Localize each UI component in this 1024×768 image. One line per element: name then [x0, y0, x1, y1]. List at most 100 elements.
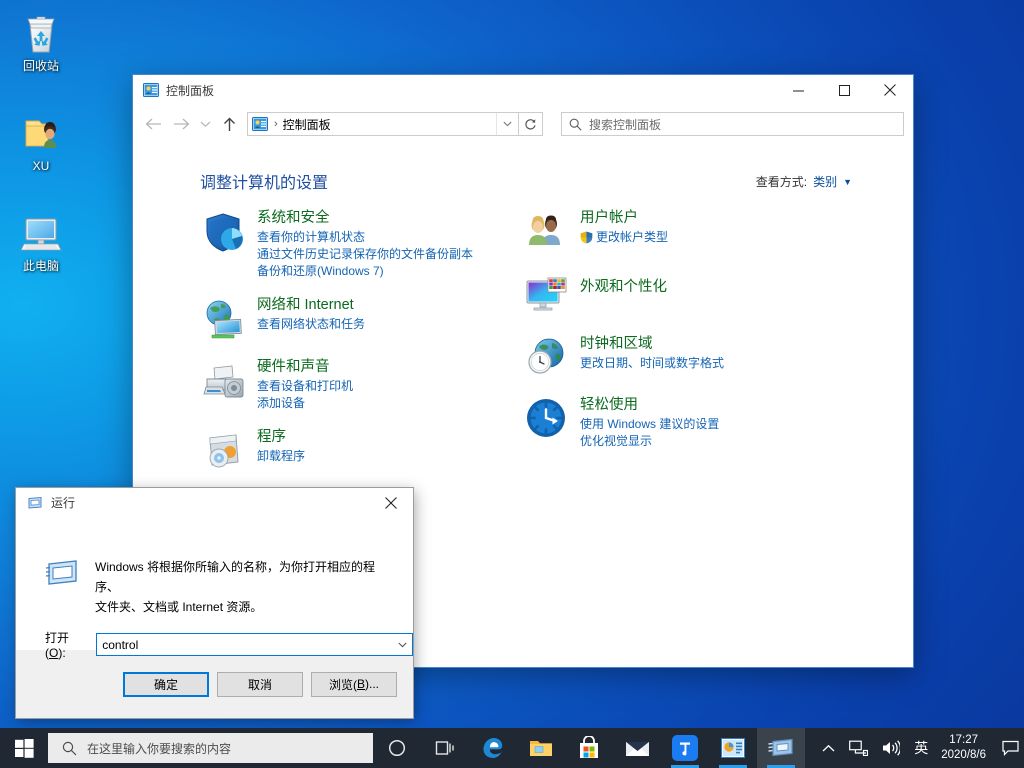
category-clock-and-region[interactable]: 时钟和区域 更改日期、时间或数字格式	[523, 333, 823, 379]
browse-button[interactable]: 浏览(B)...	[311, 672, 397, 697]
breadcrumb-control-panel[interactable]: 控制面板	[283, 116, 331, 133]
run-close-button[interactable]	[368, 488, 413, 517]
taskbar-search-box[interactable]: 在这里输入你要搜索的内容	[48, 733, 373, 763]
ok-button[interactable]: 确定	[123, 672, 209, 697]
category-link[interactable]: 添加设备	[257, 395, 353, 412]
back-button[interactable]	[139, 109, 167, 139]
category-link[interactable]: 通过文件历史记录保存你的文件备份副本	[257, 246, 473, 263]
clock-date: 2020/8/6	[941, 748, 986, 763]
category-title[interactable]: 时钟和区域	[580, 335, 724, 354]
volume-button[interactable]	[875, 728, 907, 768]
address-bar-dropdown-icon[interactable]	[496, 113, 518, 135]
category-title[interactable]: 用户帐户	[580, 209, 668, 228]
search-icon	[62, 741, 77, 756]
close-button[interactable]	[867, 75, 913, 105]
run-dialog-icon	[46, 559, 79, 592]
category-link[interactable]: 更改日期、时间或数字格式	[580, 355, 724, 372]
run-description-line-1: Windows 将根据你所输入的名称，为你打开相应的程序、	[95, 557, 395, 597]
category-title[interactable]: 轻松使用	[580, 396, 719, 415]
category-link[interactable]: 优化视觉显示	[580, 433, 719, 450]
cancel-button[interactable]: 取消	[217, 672, 303, 697]
view-by-value[interactable]: 类别	[813, 173, 837, 190]
ease-of-access-icon	[523, 395, 571, 450]
control-panel-navigation-bar: › 控制面板 搜索控制面板	[133, 105, 913, 143]
edge-button[interactable]	[469, 728, 517, 768]
category-title[interactable]: 程序	[257, 428, 305, 447]
category-link[interactable]: 查看设备和打印机	[257, 378, 353, 395]
desktop-icon-label: XU	[2, 159, 80, 173]
desktop-icon-recycle-bin[interactable]: 回收站	[2, 8, 80, 73]
category-link[interactable]: 卸载程序	[257, 448, 305, 465]
mail-button[interactable]	[613, 728, 661, 768]
control-panel-search-input[interactable]: 搜索控制面板	[561, 112, 904, 136]
dingtalk-button[interactable]	[661, 728, 709, 768]
show-hidden-icons-button[interactable]	[815, 728, 842, 768]
run-dialog[interactable]: 运行 Windows 将根据你所输入的名称，为你打开相应的程序、 文件夹、文档或…	[16, 488, 413, 718]
dingtalk-icon	[672, 735, 698, 761]
category-appearance-and-personalization[interactable]: 外观和个性化	[523, 271, 823, 317]
category-link[interactable]: 更改帐户类型	[580, 229, 668, 246]
control-panel-title: 控制面板	[166, 82, 214, 99]
mail-icon	[625, 739, 650, 758]
control-panel-icon	[143, 82, 159, 98]
browse-label-prefix: 浏览(	[329, 676, 357, 693]
microsoft-store-button[interactable]	[565, 728, 613, 768]
network-internet-icon	[200, 296, 248, 342]
run-window-button[interactable]	[757, 728, 805, 768]
breadcrumb-separator[interactable]: ›	[274, 118, 278, 130]
chevron-down-icon[interactable]: ▼	[843, 177, 852, 187]
category-user-accounts[interactable]: 用户帐户 更改帐户类型	[523, 209, 823, 255]
maximize-button[interactable]	[821, 75, 867, 105]
category-link[interactable]: 查看网络状态和任务	[257, 316, 365, 333]
run-dialog-titlebar[interactable]: 运行	[16, 488, 413, 517]
category-title[interactable]: 系统和安全	[257, 209, 473, 228]
category-column-left: 系统和安全 查看你的计算机状态 通过文件历史记录保存你的文件备份副本 备份和还原…	[200, 209, 500, 490]
circle-icon	[388, 739, 406, 757]
up-button[interactable]	[215, 109, 243, 139]
ime-indicator[interactable]: 英	[907, 728, 935, 768]
system-tray: 英 17:27 2020/8/6	[815, 728, 1024, 768]
forward-button[interactable]	[167, 109, 195, 139]
chevron-down-icon[interactable]	[392, 642, 412, 648]
hardware-sound-icon	[200, 358, 248, 412]
programs-icon	[200, 428, 248, 474]
category-hardware-and-sound[interactable]: 硬件和声音 查看设备和打印机 添加设备	[200, 358, 500, 412]
category-title[interactable]: 外观和个性化	[580, 278, 667, 297]
desktop-icon-user-folder[interactable]: XU	[2, 108, 80, 173]
category-link[interactable]: 备份和还原(Windows 7)	[257, 263, 473, 280]
control-panel-titlebar[interactable]: 控制面板	[133, 75, 913, 105]
taskbar-search-placeholder: 在这里输入你要搜索的内容	[87, 740, 231, 757]
address-bar[interactable]: › 控制面板	[247, 112, 519, 136]
category-link[interactable]: 使用 Windows 建议的设置	[580, 416, 719, 433]
desktop-icon-label: 此电脑	[2, 259, 80, 273]
category-system-and-security[interactable]: 系统和安全 查看你的计算机状态 通过文件历史记录保存你的文件备份副本 备份和还原…	[200, 209, 500, 280]
recent-locations-button[interactable]	[195, 109, 215, 139]
action-center-button[interactable]	[996, 728, 1024, 768]
category-link[interactable]: 查看你的计算机状态	[257, 229, 473, 246]
taskbar: 在这里输入你要搜索的内容	[0, 728, 1024, 768]
clock-region-icon	[523, 333, 571, 379]
file-explorer-button[interactable]	[517, 728, 565, 768]
clock[interactable]: 17:27 2020/8/6	[935, 733, 996, 763]
minimize-button[interactable]	[775, 75, 821, 105]
task-view-button[interactable]	[421, 728, 469, 768]
network-icon	[849, 740, 868, 756]
uac-shield-icon	[580, 231, 593, 244]
category-title[interactable]: 硬件和声音	[257, 358, 353, 377]
category-network-and-internet[interactable]: 网络和 Internet 查看网络状态和任务	[200, 296, 500, 342]
run-dialog-buttons: 确定 取消 浏览(B)...	[16, 650, 413, 718]
desktop-icon-this-pc[interactable]: 此电脑	[2, 208, 80, 273]
desktop-icon-label: 回收站	[2, 59, 80, 73]
refresh-button[interactable]	[519, 112, 543, 136]
wps-presentation-button[interactable]	[709, 728, 757, 768]
category-programs[interactable]: 程序 卸载程序	[200, 428, 500, 474]
page-title: 调整计算机的设置	[200, 169, 328, 193]
category-ease-of-access[interactable]: 轻松使用 使用 Windows 建议的设置 优化视觉显示	[523, 395, 823, 450]
action-center-icon	[1002, 740, 1019, 756]
view-by-label: 查看方式:	[756, 173, 807, 190]
cortana-button[interactable]	[373, 728, 421, 768]
start-button[interactable]	[0, 728, 48, 768]
category-title[interactable]: 网络和 Internet	[257, 296, 365, 315]
desktop[interactable]: 回收站 XU	[0, 0, 1024, 728]
network-button[interactable]	[842, 728, 875, 768]
